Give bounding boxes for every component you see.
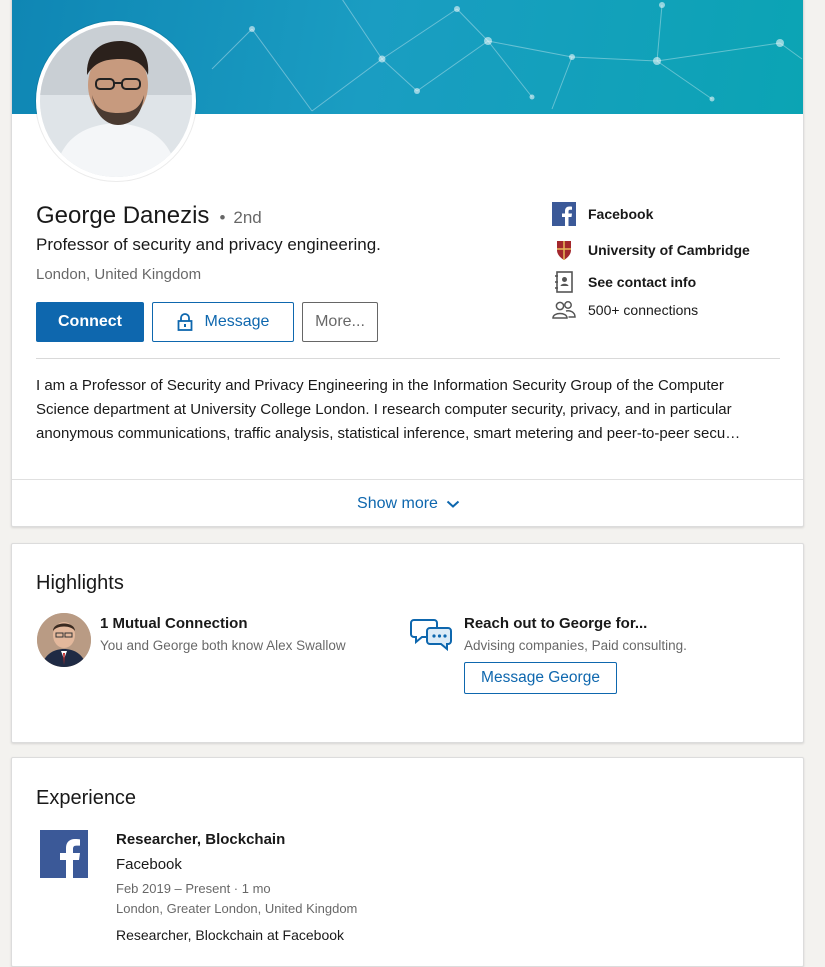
profile-photo[interactable] (36, 21, 196, 181)
facebook-icon (40, 830, 88, 878)
connection-degree-label: 2nd (233, 208, 262, 227)
education-link[interactable]: University of Cambridge (552, 238, 750, 262)
mutual-connection-title[interactable]: 1 Mutual Connection (100, 615, 248, 632)
experience-card: Experience Researcher, Blockchain Facebo… (11, 757, 804, 967)
facebook-icon (552, 202, 576, 226)
reach-out-title: Reach out to George for... (464, 615, 648, 632)
reach-out-subtitle: Advising companies, Paid consulting. (464, 638, 687, 653)
profile-portrait-image (40, 25, 192, 177)
connection-degree: • 2nd (219, 208, 261, 228)
more-button[interactable]: More... (302, 302, 378, 342)
people-icon (552, 298, 576, 322)
connections-count[interactable]: 500+ connections (552, 298, 698, 322)
message-george-button[interactable]: Message George (464, 662, 617, 694)
see-contact-info-link[interactable]: See contact info (552, 270, 696, 294)
summary-line: anonymous communications, traffic analys… (36, 425, 741, 442)
profile-card: George Danezis • 2nd Professor of securit… (11, 0, 804, 527)
show-more-bar: Show more (12, 479, 803, 526)
mutual-connection-subtitle: You and George both know Alex Swallow (100, 638, 346, 653)
mutual-connection-photo (37, 613, 91, 667)
experience-company: Facebook (116, 856, 182, 873)
name-row: George Danezis • 2nd (36, 202, 262, 230)
side-info-label: Facebook (588, 206, 654, 222)
side-info-label: See contact info (588, 274, 697, 290)
profile-name: George Danezis (36, 202, 210, 229)
profile-location: London, United Kingdom (36, 266, 202, 283)
summary-line: Science department at University College… (36, 401, 732, 418)
side-info-label: University of Cambridge (588, 242, 750, 258)
lock-icon (177, 313, 193, 331)
mutual-connection-avatar[interactable] (37, 613, 91, 667)
summary-line: I am a Professor of Security and Privacy… (36, 377, 724, 394)
message-button-label: Message (204, 313, 270, 330)
experience-role[interactable]: Researcher, Blockchain (116, 831, 285, 848)
profile-divider (36, 358, 780, 359)
highlights-card: Highlights 1 Mutual Connection You and G… (11, 543, 804, 743)
chevron-down-icon (446, 500, 460, 508)
chat-bubbles-icon (410, 617, 454, 656)
experience-location: London, Greater London, United Kingdom (116, 901, 358, 916)
highlights-title: Highlights (36, 572, 124, 594)
experience-title: Experience (36, 787, 137, 809)
current-company-link[interactable]: Facebook (552, 202, 653, 226)
cambridge-crest-icon (552, 238, 576, 262)
profile-headline: Professor of security and privacy engine… (36, 235, 381, 254)
contact-card-icon (552, 270, 576, 294)
show-more-label: Show more (357, 495, 438, 512)
experience-description: Researcher, Blockchain at Facebook (116, 927, 345, 943)
degree-bullet: • (219, 208, 226, 227)
connect-button[interactable]: Connect (36, 302, 144, 342)
show-more-button[interactable]: Show more (357, 495, 460, 513)
experience-dates: Feb 2019 – Present · 1 mo (116, 881, 271, 896)
facebook-logo[interactable] (40, 830, 88, 878)
message-button[interactable]: Message (152, 302, 294, 342)
profile-summary: I am a Professor of Security and Privacy… (36, 374, 784, 446)
side-info-label: 500+ connections (588, 302, 699, 318)
